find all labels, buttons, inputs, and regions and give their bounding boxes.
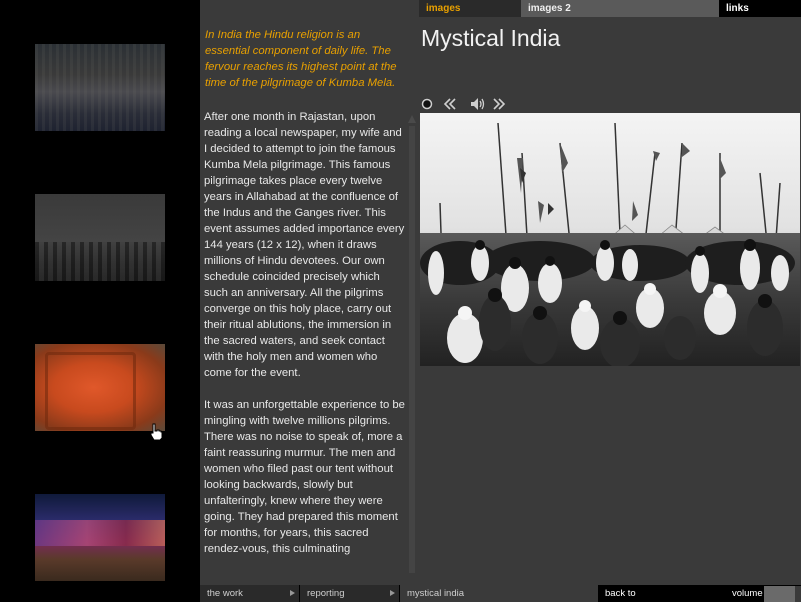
tab-images[interactable]: images <box>419 0 521 17</box>
thumbnail-orange-ganesh-carving[interactable] <box>35 344 165 431</box>
nav-reporting-label: reporting <box>307 588 345 599</box>
slideshow-controls <box>419 96 539 112</box>
tab-links[interactable]: links <box>719 0 801 17</box>
forward-icon[interactable] <box>492 96 506 112</box>
article-paragraph-2: It was an unforgettable experience to be… <box>204 399 405 555</box>
nav-mystical-india[interactable]: mystical india <box>400 585 600 602</box>
thumbnail-crowd-at-camp[interactable] <box>35 44 165 131</box>
scroll-track[interactable] <box>409 126 415 573</box>
text-scrollbar[interactable] <box>407 114 417 573</box>
bottom-navigation: the work reporting mystical india back t… <box>0 585 801 602</box>
pilgrims-photo-image <box>420 113 800 366</box>
tab-images-2[interactable]: images 2 <box>521 0 719 17</box>
hand-cursor-icon <box>150 423 163 441</box>
chevron-right-icon <box>390 590 395 596</box>
chevron-right-icon <box>290 590 295 596</box>
nav-the-work-label: the work <box>207 588 243 599</box>
content-panel: images images 2 links Mystical India <box>419 0 801 585</box>
article-paragraph-1: After one month in Rajastan, upon readin… <box>204 111 405 379</box>
rewind-icon[interactable] <box>443 96 457 112</box>
nav-the-work[interactable]: the work <box>200 585 299 602</box>
thumbnail-column <box>0 0 200 602</box>
back-to-button[interactable]: back to <box>598 585 698 602</box>
intro-text: In India the Hindu religion is an essent… <box>205 29 397 89</box>
thumbnail-flags-over-crowd[interactable] <box>35 194 165 281</box>
nav-reporting[interactable]: reporting <box>300 585 399 602</box>
main-photo <box>420 113 800 366</box>
page-title: Mystical India <box>421 25 561 51</box>
record-icon[interactable] <box>421 96 433 112</box>
text-panel: In India the Hindu religion is an essent… <box>200 0 419 585</box>
article-body[interactable]: After one month in Rajastan, upon readin… <box>204 109 405 573</box>
thumbnail-colorful-saris[interactable] <box>35 494 165 581</box>
tab-bar: images images 2 links <box>419 0 801 17</box>
nav-mystical-india-label: mystical india <box>407 588 465 599</box>
volume-level <box>764 586 796 602</box>
scroll-up-icon[interactable] <box>407 114 417 124</box>
sound-icon[interactable] <box>469 96 487 112</box>
volume-slider[interactable] <box>764 586 801 602</box>
